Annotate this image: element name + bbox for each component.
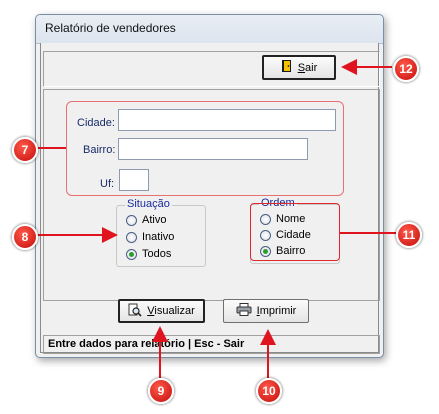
fields-highlight bbox=[66, 101, 344, 196]
callout-badge: 11 bbox=[396, 222, 422, 248]
callout-number: 8 bbox=[21, 230, 29, 244]
callout-badge: 7 bbox=[12, 137, 38, 163]
radio-icon[interactable] bbox=[126, 231, 137, 243]
exit-label: air bbox=[305, 61, 318, 74]
situation-legend: Situação bbox=[125, 198, 172, 210]
magnifier-page-icon bbox=[128, 303, 142, 320]
situation-option-active[interactable]: Ativo bbox=[126, 214, 166, 226]
status-bar: Entre dados para relatório | Esc - Sair bbox=[43, 335, 380, 354]
title-bar[interactable]: Relatório de vendedores bbox=[36, 15, 383, 44]
printer-icon bbox=[236, 303, 252, 319]
situation-option-all[interactable]: Todos bbox=[126, 248, 171, 260]
order-highlight bbox=[250, 203, 340, 261]
callout-number: 12 bbox=[399, 62, 413, 76]
callout-badge: 10 bbox=[256, 378, 282, 404]
callout-badge: 8 bbox=[12, 224, 38, 250]
exit-button[interactable]: Sair bbox=[262, 55, 336, 80]
preview-label: isualizar bbox=[154, 305, 195, 317]
exit-label-mnemonic: S bbox=[297, 61, 306, 74]
print-label: mprimir bbox=[259, 305, 297, 317]
callout-number: 11 bbox=[402, 228, 416, 242]
preview-button[interactable]: Visualizar bbox=[118, 299, 205, 323]
callout-badge: 12 bbox=[393, 56, 419, 82]
callout-number: 9 bbox=[157, 384, 165, 398]
callout-badge: 9 bbox=[148, 378, 174, 404]
situation-option-label: Inativo bbox=[142, 231, 175, 243]
situation-option-label: Todos bbox=[142, 248, 172, 260]
radio-icon[interactable] bbox=[126, 214, 137, 226]
situation-option-label: Ativo bbox=[142, 214, 167, 226]
door-exit-icon bbox=[281, 59, 293, 76]
situation-group: Situação Ativo Inativo Todos bbox=[116, 198, 206, 267]
print-button[interactable]: Imprimir bbox=[223, 299, 309, 323]
callout-number: 10 bbox=[262, 384, 276, 398]
radio-selected-icon[interactable] bbox=[126, 248, 137, 260]
window-title: Relatório de vendedores bbox=[45, 21, 176, 35]
status-text: Entre dados para relatório | Esc - Sair bbox=[48, 338, 245, 350]
callout-number: 7 bbox=[21, 143, 29, 157]
situation-option-inactive[interactable]: Inativo bbox=[126, 231, 174, 243]
